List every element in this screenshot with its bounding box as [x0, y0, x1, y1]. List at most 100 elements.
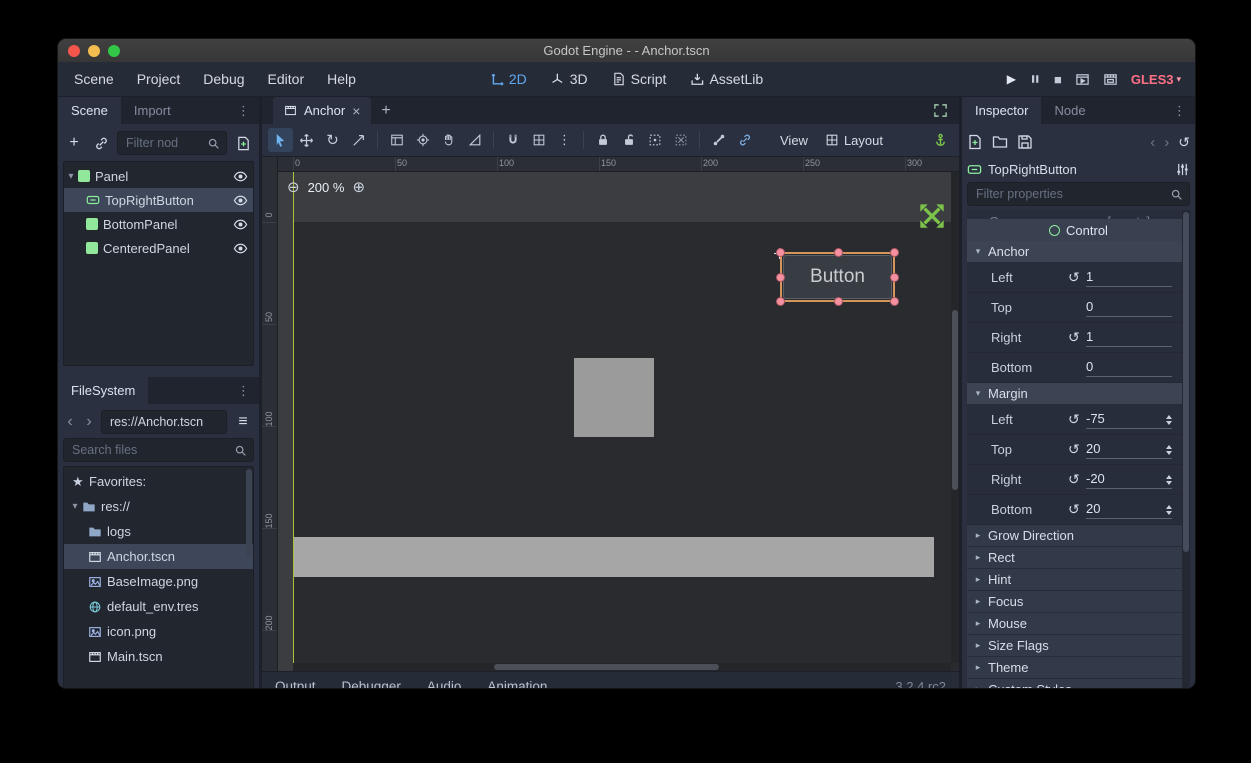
ungroup-object-button[interactable]: [668, 128, 693, 152]
section-margin[interactable]: ▾ Margin: [967, 383, 1190, 405]
new-scene-tab-button[interactable]: +: [371, 97, 400, 124]
smart-snap-button[interactable]: [500, 128, 525, 152]
resize-handle[interactable]: [776, 273, 785, 282]
renderer-select[interactable]: GLES3 ▾: [1131, 72, 1181, 87]
anchor-bottom-field[interactable]: 0: [1086, 359, 1172, 377]
scale-tool-button[interactable]: [346, 128, 371, 152]
workspace-3d-button[interactable]: 3D: [551, 71, 588, 87]
fs-row-logs[interactable]: logs: [64, 519, 253, 544]
anchor-right-field[interactable]: 1: [1086, 329, 1172, 347]
visibility-toggle[interactable]: [233, 193, 248, 208]
skeleton-options-button[interactable]: [706, 128, 731, 152]
workspace-2d-button[interactable]: 2D: [490, 71, 527, 87]
scene-filter-input[interactable]: [117, 131, 227, 155]
margin-left-field[interactable]: -75: [1086, 411, 1172, 429]
drag-anchors-gizmo-icon[interactable]: [915, 199, 949, 233]
canvas-viewport[interactable]: ⊖ 200 % ⊕ Button: [278, 172, 959, 671]
instance-scene-button[interactable]: [90, 132, 112, 154]
collapse-arrow-icon[interactable]: ▾: [64, 171, 78, 182]
margin-right-field[interactable]: -20: [1086, 471, 1172, 489]
fs-row-icon-png[interactable]: icon.png: [64, 619, 253, 644]
section-size-flags[interactable]: ▸Size Flags: [967, 635, 1190, 657]
spinner-icon[interactable]: [1166, 415, 1172, 426]
canvas-vertical-scrollbar[interactable]: [951, 172, 959, 663]
group-object-button[interactable]: [642, 128, 667, 152]
play-scene-button[interactable]: [1075, 72, 1090, 87]
fs-row-main-tscn[interactable]: Main.tscn: [64, 644, 253, 669]
tab-filesystem[interactable]: FileSystem: [58, 377, 148, 404]
tree-row-bottompanel[interactable]: BottomPanel: [64, 212, 253, 236]
fs-display-mode-icon[interactable]: ≡: [232, 411, 254, 433]
scrollbar-thumb[interactable]: [1183, 212, 1189, 552]
scene-tab-anchor[interactable]: Anchor ×: [273, 97, 371, 124]
scene-filter-field[interactable]: [124, 135, 207, 151]
object-history-button[interactable]: ↺: [1178, 134, 1190, 151]
margin-bottom-field[interactable]: 20: [1086, 501, 1172, 519]
fs-row-favorites[interactable]: ★ Favorites:: [64, 469, 253, 494]
fs-back-button[interactable]: ‹: [63, 411, 77, 433]
fs-breadcrumb[interactable]: res://Anchor.tscn: [101, 410, 227, 434]
tab-scene[interactable]: Scene: [58, 97, 121, 124]
zoom-level[interactable]: 200 %: [308, 180, 345, 195]
extra-tools-button[interactable]: [1175, 162, 1190, 177]
bottom-tab-debugger[interactable]: Debugger: [342, 679, 401, 689]
minimize-window-button[interactable]: [88, 45, 100, 57]
resize-handle[interactable]: [776, 297, 785, 306]
section-anchor[interactable]: ▾ Anchor: [967, 241, 1190, 263]
revert-icon[interactable]: ↺: [1068, 441, 1086, 458]
revert-icon[interactable]: ↺: [1068, 269, 1086, 286]
menu-scene[interactable]: Scene: [74, 71, 114, 87]
view-menu-button[interactable]: View: [772, 133, 816, 148]
ik-chain-button[interactable]: [732, 128, 757, 152]
visibility-toggle[interactable]: [233, 217, 248, 232]
menu-project[interactable]: Project: [137, 71, 181, 87]
bottom-tab-animation[interactable]: Animation: [487, 679, 547, 689]
property-filter-input[interactable]: [967, 182, 1190, 206]
canvas-horizontal-scrollbar[interactable]: [293, 663, 951, 671]
menu-debug[interactable]: Debug: [203, 71, 244, 87]
inspector-dock-menu-icon[interactable]: ⋮: [1164, 97, 1195, 124]
title-bar[interactable]: Godot Engine - - Anchor.tscn: [58, 39, 1195, 62]
collapse-arrow-icon[interactable]: ▾: [68, 501, 82, 512]
new-resource-button[interactable]: [967, 134, 983, 150]
zoom-out-button[interactable]: ⊖: [287, 178, 300, 196]
section-rect[interactable]: ▸Rect: [967, 547, 1190, 569]
unlock-object-button[interactable]: [616, 128, 641, 152]
tab-node[interactable]: Node: [1041, 97, 1098, 124]
move-tool-button[interactable]: [294, 128, 319, 152]
revert-icon[interactable]: ↺: [1068, 329, 1086, 346]
maximize-window-button[interactable]: [108, 45, 120, 57]
section-theme[interactable]: ▸Theme: [967, 657, 1190, 679]
workspace-assetlib-button[interactable]: AssetLib: [690, 71, 763, 87]
inspector-scrollbar[interactable]: [1182, 210, 1190, 689]
play-button[interactable]: ▶: [1007, 72, 1016, 86]
tree-row-toprightbutton[interactable]: TopRightButton: [64, 188, 253, 212]
anchor-top-field[interactable]: 0: [1086, 299, 1172, 317]
tree-row-panel[interactable]: ▾ Panel: [64, 164, 253, 188]
tree-row-centeredpanel[interactable]: CenteredPanel: [64, 236, 253, 260]
fs-row-baseimage-png[interactable]: BaseImage.png: [64, 569, 253, 594]
scrollbar-thumb[interactable]: [494, 664, 719, 670]
visibility-toggle[interactable]: [233, 169, 248, 184]
resize-handle[interactable]: [834, 297, 843, 306]
revert-icon[interactable]: ↺: [1068, 411, 1086, 428]
attach-script-button[interactable]: [232, 132, 254, 154]
visibility-toggle[interactable]: [233, 241, 248, 256]
resize-handle[interactable]: [776, 248, 785, 257]
margin-top-field[interactable]: 20: [1086, 441, 1172, 459]
property-filter-field[interactable]: [974, 186, 1170, 202]
section-custom-styles[interactable]: ▸Custom Styles: [967, 679, 1190, 689]
close-tab-icon[interactable]: ×: [352, 103, 360, 119]
grid-snap-button[interactable]: [526, 128, 551, 152]
resize-handle[interactable]: [834, 248, 843, 257]
pivot-tool-button[interactable]: [410, 128, 435, 152]
fs-search-field[interactable]: [70, 442, 234, 458]
history-back-button[interactable]: ‹: [1150, 134, 1155, 151]
save-resource-button[interactable]: [1017, 134, 1033, 150]
tab-inspector[interactable]: Inspector: [962, 97, 1041, 124]
select-tool-button[interactable]: [268, 128, 293, 152]
workspace-script-button[interactable]: Script: [612, 71, 667, 87]
spinner-icon[interactable]: [1166, 505, 1172, 516]
history-forward-button[interactable]: ›: [1164, 134, 1169, 151]
revert-icon[interactable]: ↺: [1068, 471, 1086, 488]
